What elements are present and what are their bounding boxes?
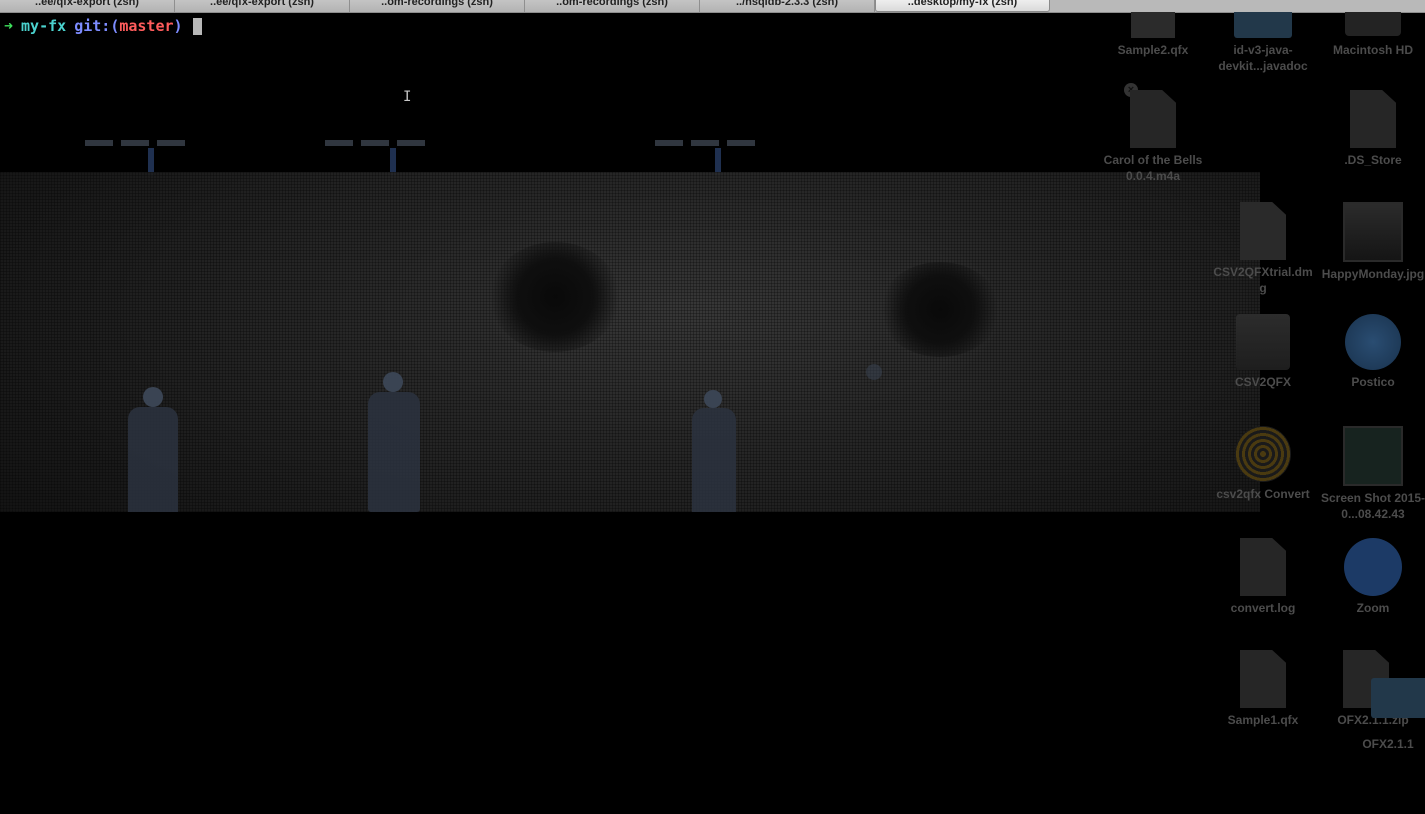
audio-file-icon bbox=[1097, 90, 1209, 148]
desktop-icon-label: HappyMonday.jpg bbox=[1321, 267, 1425, 281]
stage-light-post bbox=[715, 148, 721, 176]
stage-light-rig bbox=[85, 140, 185, 148]
shell-prompt[interactable]: ➜ my-fx git: ( master ) bbox=[4, 16, 202, 36]
zip-file-icon bbox=[1343, 650, 1425, 718]
zoom-app-icon bbox=[1317, 538, 1425, 596]
desktop-icon-javadoc-folder[interactable]: id-v3-java-devkit...javadoc bbox=[1207, 12, 1319, 74]
video-wall bbox=[0, 172, 1260, 572]
performer-silhouette bbox=[368, 392, 420, 512]
document-icon bbox=[1207, 650, 1319, 708]
prompt-close-paren: ) bbox=[173, 17, 183, 35]
tab-my-fx[interactable]: ..desktop/my-fx (zsh) bbox=[875, 0, 1050, 12]
log-file-icon bbox=[1207, 538, 1319, 596]
screenshot-thumbnail-icon bbox=[1317, 426, 1425, 486]
performer-head bbox=[383, 372, 403, 392]
desktop-icon-postico[interactable]: Postico bbox=[1317, 314, 1425, 390]
desktop-icon-sample1-qfx[interactable]: Sample1.qfx bbox=[1207, 650, 1319, 728]
prompt-git-branch: master bbox=[119, 17, 174, 35]
desktop-icon-label: Postico bbox=[1351, 375, 1395, 389]
desktop-icon-macintosh-hd[interactable]: Macintosh HD bbox=[1317, 12, 1425, 58]
desktop-icon-convert-log[interactable]: convert.log bbox=[1207, 538, 1319, 616]
image-thumbnail-icon bbox=[1317, 202, 1425, 262]
desktop-icon-label: Screen Shot 2015-0...08.42.43 bbox=[1320, 491, 1425, 521]
stage-light-post bbox=[148, 148, 154, 176]
desktop-icon-label: Zoom bbox=[1356, 601, 1390, 615]
desktop-icon-ds-store[interactable]: .DS_Store bbox=[1317, 90, 1425, 168]
desktop-icon-sample2-qfx[interactable]: Sample2.qfx bbox=[1097, 12, 1209, 58]
desktop-icon-label: Sample1.qfx bbox=[1227, 713, 1299, 727]
hard-drive-icon bbox=[1317, 12, 1425, 38]
stage-light-rig bbox=[325, 140, 425, 148]
desktop-icon-screen-shot[interactable]: Screen Shot 2015-0...08.42.43 bbox=[1317, 426, 1425, 522]
desktop-icon-label: Sample2.qfx bbox=[1117, 43, 1189, 57]
desktop-icon-happymonday-jpg[interactable]: HappyMonday.jpg bbox=[1317, 202, 1425, 282]
spiral-app-icon bbox=[1207, 426, 1319, 482]
desktop-icon-label: Macintosh HD bbox=[1332, 43, 1413, 57]
folder-icon bbox=[1207, 12, 1319, 38]
desktop-icon-label: convert.log bbox=[1230, 601, 1296, 615]
tab-qfx-export-1[interactable]: ..ee/qfx-export (zsh) bbox=[0, 0, 175, 12]
performer-silhouette bbox=[692, 408, 736, 518]
desktop-icon-ofx-folder[interactable]: OFX2.1.1 bbox=[1333, 736, 1425, 752]
tab-qfx-export-2[interactable]: ..ee/qfx-export (zsh) bbox=[175, 0, 350, 12]
prompt-git-label: git: bbox=[74, 17, 111, 35]
desktop-icon-label: CSV2QFXtrial.dmg bbox=[1213, 265, 1313, 295]
desktop-icon-label: .DS_Store bbox=[1344, 153, 1402, 167]
desktop-icon-label: CSV2QFX bbox=[1234, 375, 1291, 389]
tab-hsqldb[interactable]: ../hsqldb-2.3.3 (zsh) bbox=[700, 0, 875, 12]
elephant-app-icon bbox=[1317, 314, 1425, 370]
desktop-icon-carol-of-the-bells[interactable]: Carol of the Bells 0.0.4.m4a bbox=[1097, 90, 1209, 184]
performer-silhouette bbox=[128, 407, 178, 517]
document-icon bbox=[1097, 12, 1209, 38]
desktop-icon-label: Carol of the Bells 0.0.4.m4a bbox=[1103, 153, 1203, 183]
stage-light-post bbox=[390, 148, 396, 176]
prompt-directory: my-fx bbox=[21, 17, 67, 35]
terminal-cursor bbox=[192, 17, 202, 35]
performer-head bbox=[143, 387, 163, 407]
desktop-icon-label: OFX2.1.1 bbox=[1362, 737, 1414, 751]
desktop-icon-csv2qfx-drive[interactable]: CSV2QFX bbox=[1207, 314, 1319, 390]
desktop-icon-label: csv2qfx Convert bbox=[1216, 487, 1310, 501]
prompt-open-paren: ( bbox=[110, 17, 120, 35]
desktop-icon-label: id-v3-java-devkit...javadoc bbox=[1218, 43, 1308, 73]
desktop-icon-zoom[interactable]: Zoom bbox=[1317, 538, 1425, 616]
disk-image-icon bbox=[1207, 202, 1319, 260]
tab-om-recordings-1[interactable]: ..om-recordings (zsh) bbox=[350, 0, 525, 12]
desktop-icon-csv2qfxtrial-dmg[interactable]: CSV2QFXtrial.dmg bbox=[1207, 202, 1319, 296]
desktop-icon-csv2qfx-convert[interactable]: csv2qfx Convert bbox=[1207, 426, 1319, 502]
ibeam-cursor-icon: I bbox=[403, 89, 412, 105]
wall-eye-left bbox=[490, 242, 620, 352]
stage-light-rig bbox=[655, 140, 755, 148]
prompt-arrow-icon: ➜ bbox=[4, 17, 14, 35]
tab-om-recordings-2[interactable]: ..om-recordings (zsh) bbox=[525, 0, 700, 12]
performer-head bbox=[704, 390, 722, 408]
drive-icon bbox=[1207, 314, 1319, 370]
desktop-icon-ofx-zip[interactable]: OFX2.1.1.zip bbox=[1317, 650, 1425, 728]
document-icon bbox=[1317, 90, 1425, 148]
wall-eye-right bbox=[880, 262, 1000, 357]
crowd-silhouette bbox=[0, 492, 1260, 562]
performer-head bbox=[866, 364, 882, 380]
